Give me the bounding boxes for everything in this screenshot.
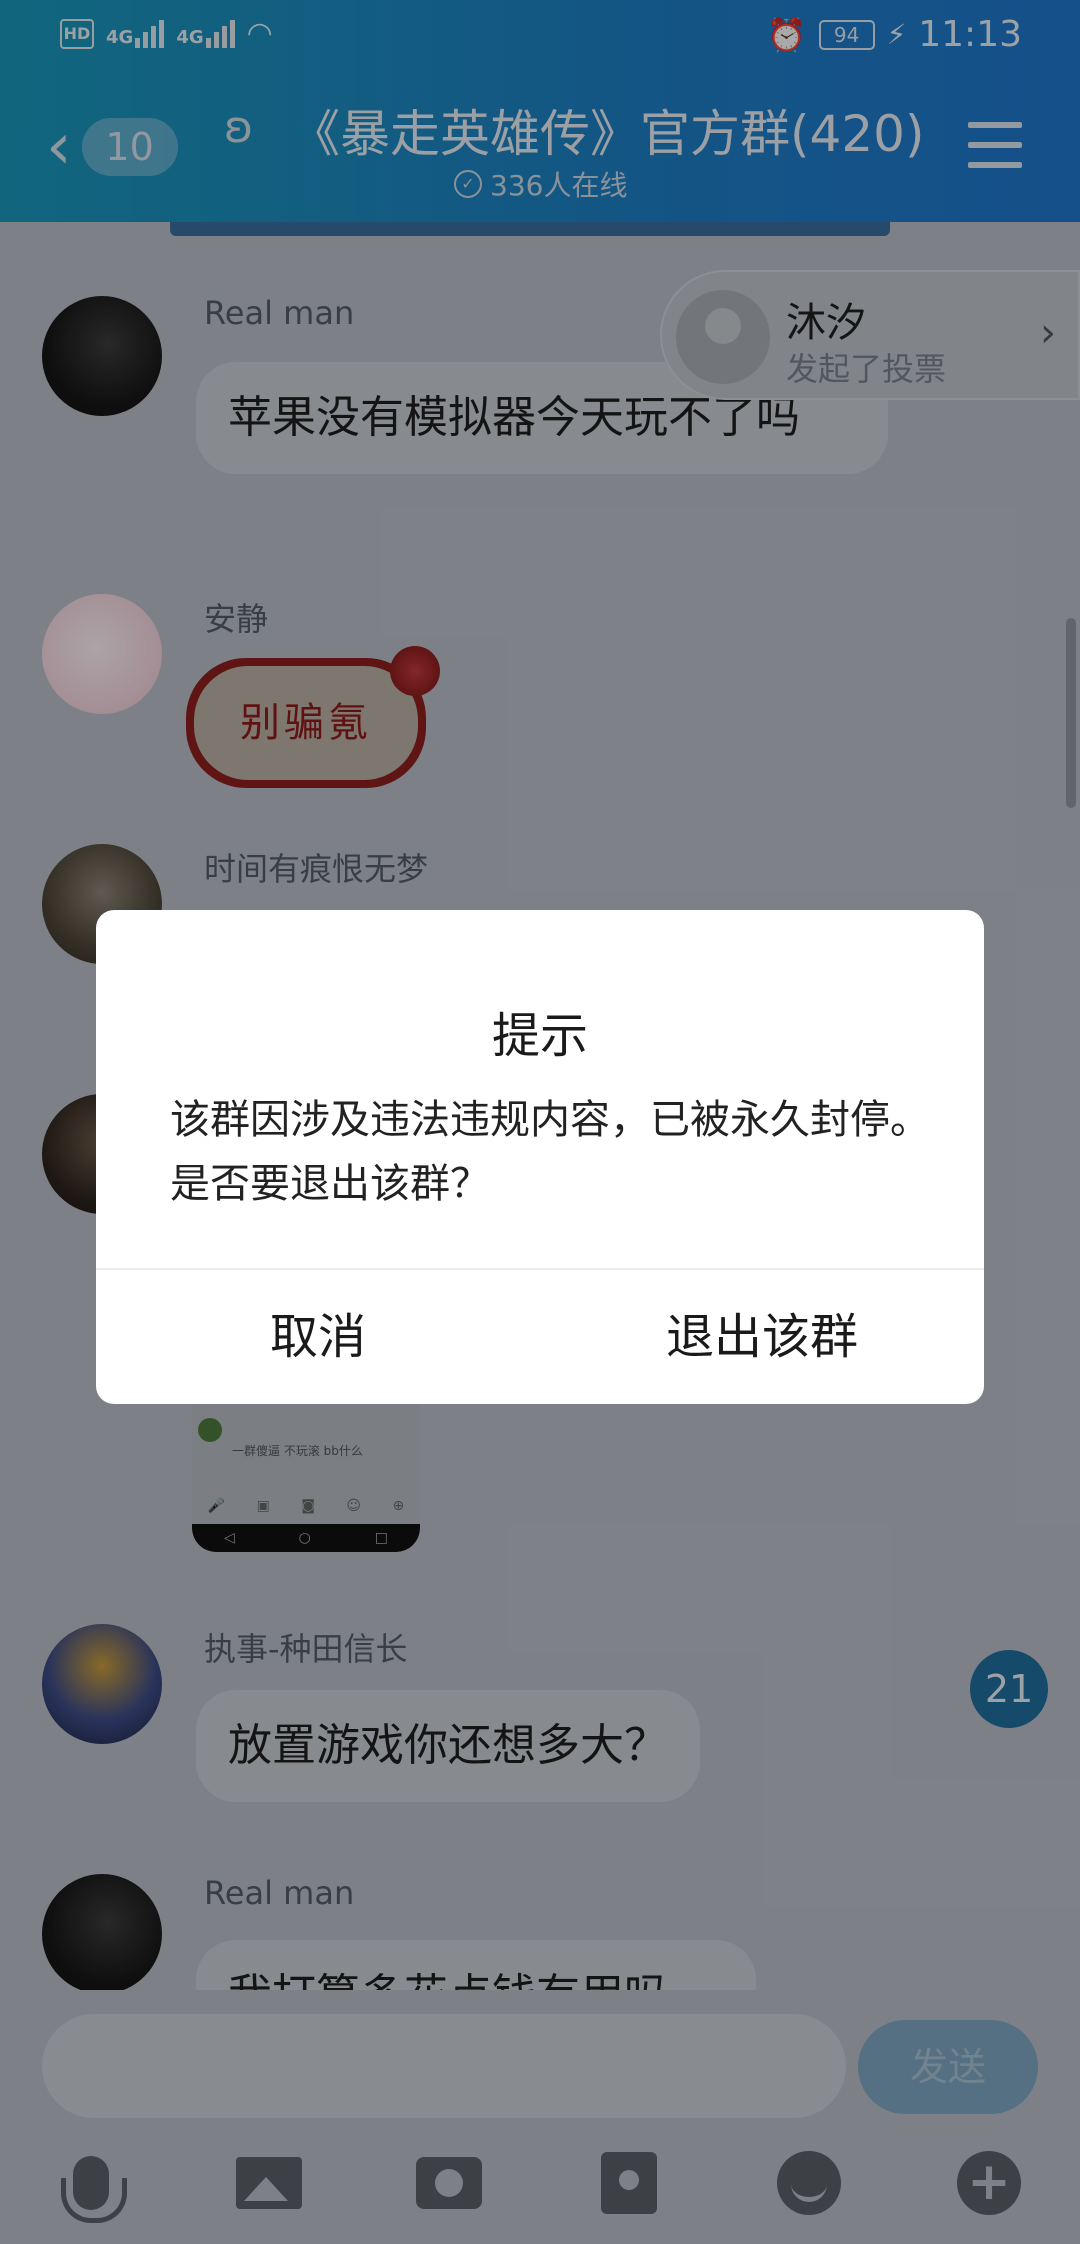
alert-dialog: 提示 该群因涉及违法违规内容，已被永久封停。是否要退出该群？ 取消 退出该群 [96,910,984,1404]
dialog-message: 该群因涉及违法违规内容，已被永久封停。是否要退出该群？ [170,1097,930,1207]
dialog-title: 提示 [491,1008,588,1064]
cancel-button[interactable]: 取消 [96,1270,540,1404]
exit-group-button[interactable]: 退出该群 [540,1270,984,1404]
